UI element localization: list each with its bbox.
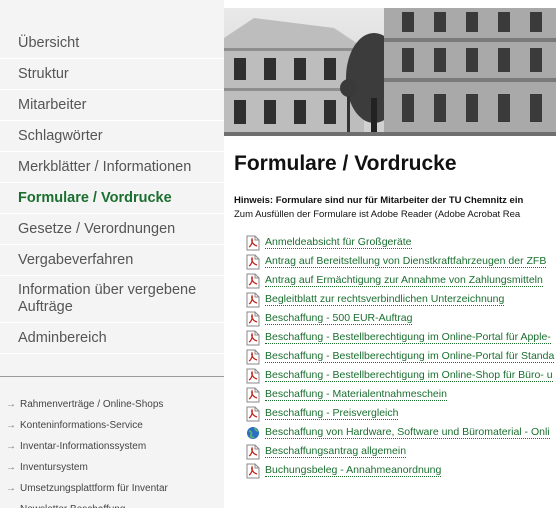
form-link-label: Beschaffung von Hardware, Software und B…: [265, 426, 550, 439]
sidebar-quick-links: → Rahmenverträge / Online-Shops → Konteninf…: [6, 398, 168, 508]
arrow-icon: →: [6, 441, 16, 452]
form-link[interactable]: Anmeldeabsicht für Großgeräte: [246, 233, 556, 252]
form-link[interactable]: Beschaffung - Bestellberechtigung im Onl…: [246, 328, 556, 347]
sidebar-item-6[interactable]: Gesetze / Verordnungen: [0, 214, 224, 245]
sidebar-item-0[interactable]: Übersicht: [0, 28, 224, 59]
pdf-icon: [246, 254, 265, 270]
sidebar-item-2[interactable]: Mitarbeiter: [0, 90, 224, 121]
quick-link-label: Rahmenverträge / Online-Shops: [20, 399, 164, 410]
form-link-label: Begleitblatt zur rechtsverbindlichen Unt…: [265, 293, 505, 306]
form-link-label: Beschaffung - Bestellberechtigung im Onl…: [265, 369, 553, 382]
form-link[interactable]: Beschaffung - Materialentnahmeschein: [246, 385, 556, 404]
sidebar-item-4[interactable]: Merkblätter / Informationen: [0, 152, 224, 183]
quick-link-label: Newsletter Beschaffung: [20, 504, 125, 508]
form-link[interactable]: Beschaffung - Bestellberechtigung im Onl…: [246, 347, 556, 366]
form-link[interactable]: Begleitblatt zur rechtsverbindlichen Unt…: [246, 290, 556, 309]
quick-link[interactable]: → Newsletter Beschaffung: [6, 503, 168, 508]
pdf-icon: [246, 311, 265, 327]
sidebar-item-9[interactable]: Adminbereich: [0, 323, 224, 354]
page-title: Formulare / Vordrucke: [234, 152, 457, 175]
form-link-label: Buchungsbeleg - Annahmeanordnung: [265, 464, 442, 477]
quick-link-label: Umsetzungsplattform für Inventar: [20, 483, 168, 494]
sidebar-item-1[interactable]: Struktur: [0, 59, 224, 90]
pdf-icon: [246, 273, 265, 289]
form-link-label: Beschaffung - Bestellberechtigung im Onl…: [265, 350, 555, 363]
form-link[interactable]: Beschaffung von Hardware, Software und B…: [246, 423, 556, 442]
form-link-label: Beschaffung - Materialentnahmeschein: [265, 388, 447, 401]
forms-list: Anmeldeabsicht für Großgeräte Antrag auf …: [246, 233, 556, 480]
quick-link[interactable]: → Konteninformations-Service: [6, 419, 168, 440]
form-link-label: Beschaffung - Preisvergleich: [265, 407, 399, 420]
sidebar-item-5[interactable]: Formulare / Vordrucke: [0, 183, 224, 214]
notice-bold: Hinweis: Formulare sind nur für Mitarbei…: [234, 195, 524, 206]
quick-link-label: Inventursystem: [20, 462, 88, 473]
form-link[interactable]: Beschaffungsantrag allgemein: [246, 442, 556, 461]
arrow-icon: →: [6, 483, 16, 494]
pdf-icon: [246, 387, 265, 403]
quick-link[interactable]: → Rahmenverträge / Online-Shops: [6, 398, 168, 419]
arrow-icon: →: [6, 504, 16, 508]
sidebar-divider: [0, 376, 224, 377]
sidebar-item-8[interactable]: Information über vergebene Aufträge: [0, 276, 224, 323]
header-buildings-image: [224, 8, 556, 136]
sidebar-nav: Übersicht Struktur Mitarbeiter Schlagwörter…: [0, 28, 224, 354]
form-link-label: Beschaffungsantrag allgemein: [265, 445, 407, 458]
main-content: Formulare / Vordrucke Hinweis: Formulare…: [224, 136, 556, 508]
pdf-icon: [246, 444, 265, 460]
form-link[interactable]: Beschaffung - Preisvergleich: [246, 404, 556, 423]
form-link[interactable]: Beschaffung - 500 EUR-Auftrag: [246, 309, 556, 328]
header-photo: [224, 8, 556, 136]
sidebar-item-3[interactable]: Schlagwörter: [0, 121, 224, 152]
arrow-icon: →: [6, 462, 16, 473]
pdf-icon: [246, 463, 265, 479]
pdf-icon: [246, 349, 265, 365]
quick-link[interactable]: → Umsetzungsplattform für Inventar: [6, 482, 168, 503]
notice-text: Zum Ausfüllen der Formulare ist Adobe Re…: [234, 209, 521, 220]
form-link[interactable]: Beschaffung - Bestellberechtigung im Onl…: [246, 366, 556, 385]
form-link[interactable]: Buchungsbeleg - Annahmeanordnung: [246, 461, 556, 480]
quick-link[interactable]: → Inventar-Informationssystem: [6, 440, 168, 461]
globe-icon: [246, 425, 265, 441]
sidebar: Übersicht Struktur Mitarbeiter Schlagwörter…: [0, 0, 224, 508]
quick-link[interactable]: → Inventursystem: [6, 461, 168, 482]
arrow-icon: →: [6, 399, 16, 410]
quick-link-label: Inventar-Informationssystem: [20, 441, 147, 452]
form-link[interactable]: Antrag auf Ermächtigung zur Annahme von …: [246, 271, 556, 290]
pdf-icon: [246, 406, 265, 422]
form-link-label: Anmeldeabsicht für Großgeräte: [265, 236, 412, 249]
form-link-label: Antrag auf Bereitstellung von Dienstkraf…: [265, 255, 547, 268]
form-link[interactable]: Antrag auf Bereitstellung von Dienstkraf…: [246, 252, 556, 271]
sidebar-item-7[interactable]: Vergabeverfahren: [0, 245, 224, 276]
arrow-icon: →: [6, 420, 16, 431]
quick-link-label: Konteninformations-Service: [20, 420, 143, 431]
pdf-icon: [246, 235, 265, 251]
form-link-label: Beschaffung - 500 EUR-Auftrag: [265, 312, 413, 325]
form-link-label: Antrag auf Ermächtigung zur Annahme von …: [265, 274, 543, 287]
pdf-icon: [246, 368, 265, 384]
pdf-icon: [246, 330, 265, 346]
form-link-label: Beschaffung - Bestellberechtigung im Onl…: [265, 331, 551, 344]
pdf-icon: [246, 292, 265, 308]
